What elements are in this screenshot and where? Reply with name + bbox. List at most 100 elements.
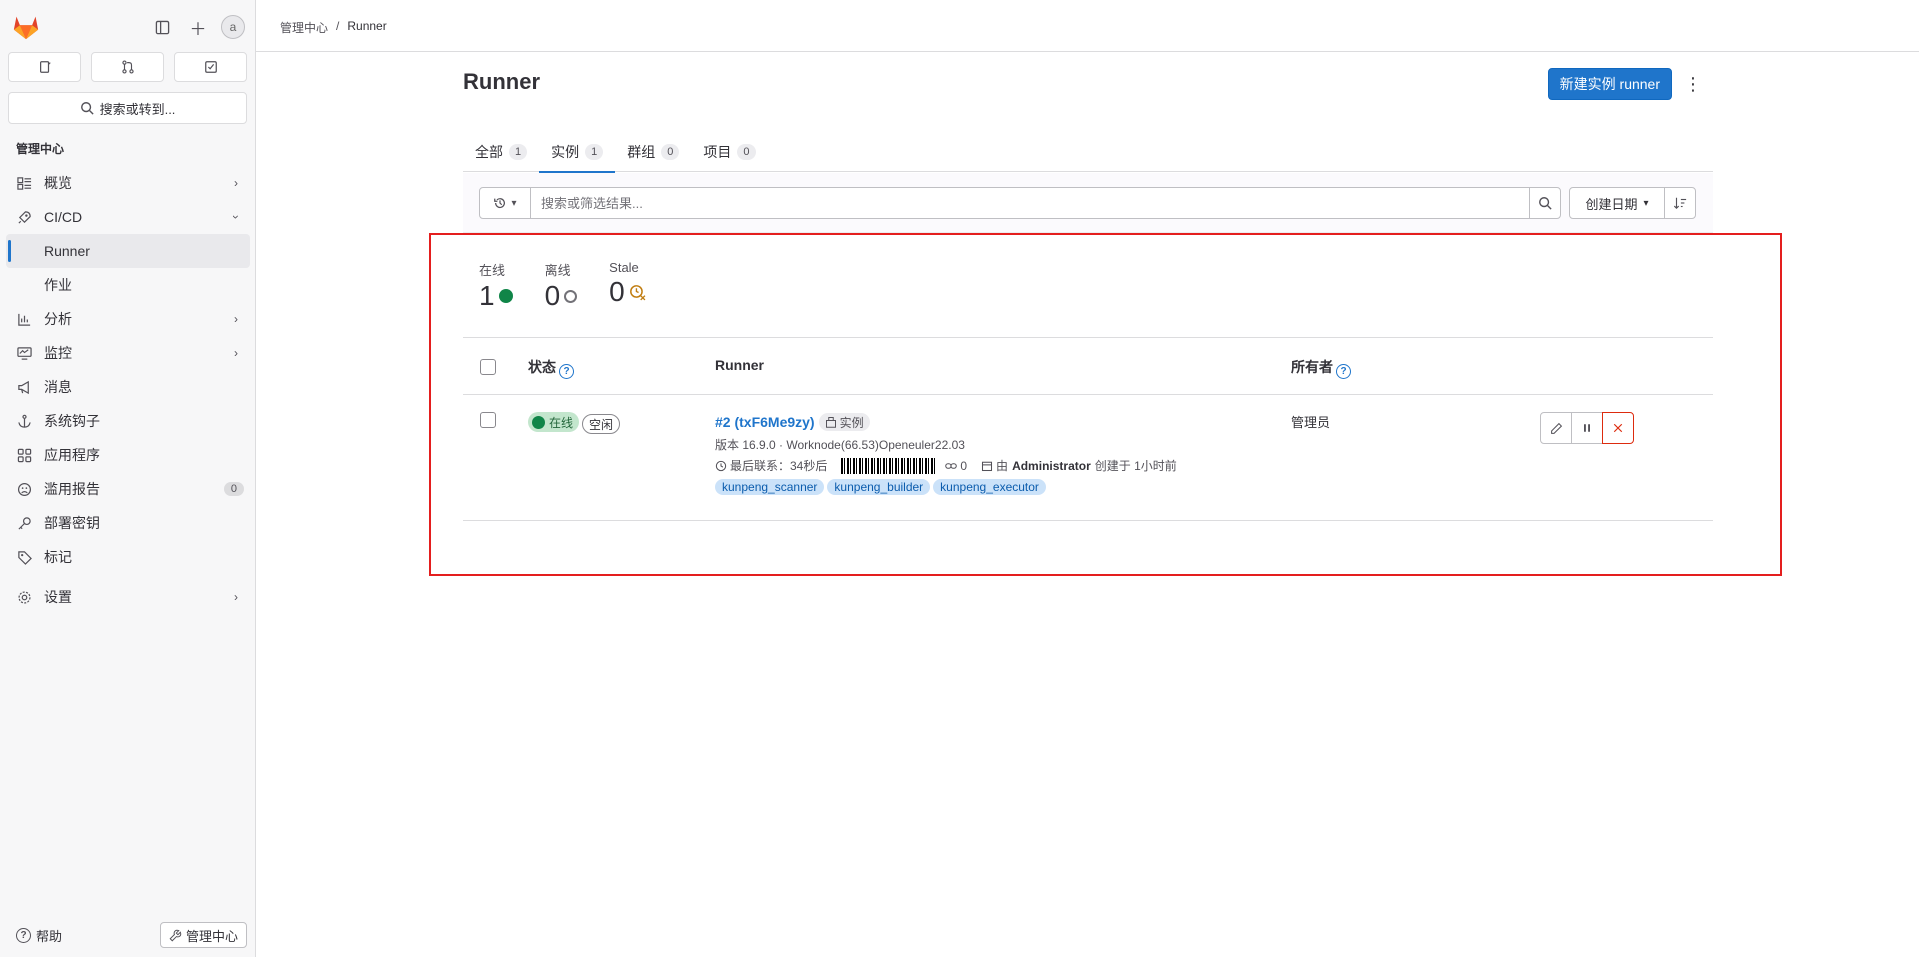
stat-value: 0 — [544, 280, 561, 311]
anchor-icon — [16, 413, 32, 429]
sort-direction-button[interactable] — [1664, 187, 1696, 219]
todos-button[interactable] — [174, 52, 247, 82]
plus-icon[interactable]: ＋ — [185, 14, 211, 40]
sidebar-item-settings[interactable]: 设置 › — [0, 580, 256, 614]
history-icon — [494, 198, 506, 209]
admin-area-button[interactable]: 管理中心 — [159, 922, 247, 948]
chevron-right-icon: › — [234, 312, 238, 326]
runner-tabs: 全部 1 实例 1 群组 0 项目 0 — [463, 132, 1713, 173]
sidebar-item-label: 滥用报告 — [44, 481, 100, 497]
sidebar-item-monitor[interactable]: 监控 › — [0, 336, 256, 370]
runner-owner[interactable]: 管理员 — [1291, 412, 1330, 431]
tab-project[interactable]: 项目 0 — [691, 132, 767, 172]
gitlab-logo-icon[interactable] — [12, 14, 40, 40]
chevron-down-icon: ▾ — [1643, 197, 1649, 209]
runner-name-link[interactable]: #2 (txF6Me9zy) — [715, 414, 815, 430]
tab-instance[interactable]: 实例 1 — [539, 132, 616, 173]
stat-label: 离线 — [544, 263, 571, 278]
edit-button[interactable] — [1540, 412, 1572, 444]
sidebar-item-label: 标记 — [44, 549, 72, 565]
delete-button[interactable] — [1602, 412, 1634, 444]
chevron-down-icon: › — [229, 215, 243, 219]
overview-icon — [16, 175, 32, 191]
avatar[interactable]: a — [221, 15, 245, 39]
sidebar-item-label: 设置 — [44, 589, 72, 605]
sidebar-search-label: 搜索或转到... — [99, 101, 176, 117]
todo-icon — [204, 61, 217, 73]
recent-searches-button[interactable]: ▾ — [479, 187, 531, 219]
breadcrumb-separator: / — [336, 19, 340, 33]
stat-value: 1 — [479, 280, 495, 311]
sidebar-item-label: 系统钩子 — [44, 413, 100, 429]
search-input[interactable] — [530, 187, 1530, 219]
pause-button[interactable] — [1571, 412, 1603, 444]
sidebar-item-label: 概览 — [44, 175, 72, 191]
redacted-ip-image — [841, 457, 938, 474]
sidebar-item-label: 分析 — [44, 311, 72, 327]
header-owner: 所有者? — [1291, 357, 1351, 379]
header-status: 状态? — [528, 357, 574, 379]
sidebar-item-deploy-keys[interactable]: 部署密钥 — [0, 506, 256, 540]
header-owner-label: 所有者 — [1291, 359, 1333, 375]
sidebar-item-labels[interactable]: 标记 — [0, 540, 256, 574]
applications-icon — [16, 447, 32, 463]
sidebar-item-cicd[interactable]: CI/CD › — [0, 200, 256, 234]
table-row: 在线 空闲 #2 (txF6Me9zy) 实例 版本 16.9.0 · Workn… — [463, 395, 1713, 521]
search-submit-button[interactable] — [1529, 187, 1561, 219]
megaphone-icon — [16, 379, 32, 395]
sidebar-item-analytics[interactable]: 分析 › — [0, 302, 256, 336]
table-header: 状态? Runner 所有者? — [463, 337, 1713, 395]
sidebar-item-system-hooks[interactable]: 系统钩子 — [0, 404, 256, 438]
online-status-icon — [498, 289, 513, 303]
tab-label: 实例 — [551, 144, 580, 160]
pause-icon — [1584, 424, 1590, 432]
sidebar-item-label: 监控 — [44, 345, 72, 361]
issues-button[interactable] — [8, 52, 81, 82]
sidebar-item-applications[interactable]: 应用程序 — [0, 438, 256, 472]
sidebar-item-runner[interactable]: Runner — [6, 234, 250, 268]
pipeline-icon — [945, 462, 958, 469]
sidebar-section-title: 管理中心 — [16, 142, 65, 156]
tab-all[interactable]: 全部 1 — [463, 132, 539, 172]
header-runner: Runner — [715, 357, 764, 373]
status-online-label: 在线 — [549, 415, 574, 430]
jobs-count: 0 — [960, 458, 968, 473]
search-icon — [80, 102, 94, 115]
runner-status: 在线 空闲 — [528, 412, 621, 434]
sidebar-item-overview[interactable]: 概览 › — [0, 166, 256, 200]
sidebar-item-messages[interactable]: 消息 — [0, 370, 256, 404]
stat-online: 在线 1 — [479, 260, 513, 313]
created-time: 创建于 1小时前 — [1094, 459, 1177, 473]
help-button[interactable]: ? 帮助 — [8, 926, 62, 945]
label-icon — [16, 549, 32, 565]
merge-requests-button[interactable] — [91, 52, 164, 82]
help-icon: ? — [16, 927, 31, 943]
offline-status-icon — [564, 289, 578, 303]
sort-direction-icon — [1673, 197, 1687, 210]
help-icon[interactable]: ? — [1336, 364, 1351, 379]
runner-tag: kunpeng_builder — [827, 479, 931, 495]
breadcrumb-root[interactable]: 管理中心 — [280, 19, 328, 36]
merge-request-icon — [121, 60, 134, 74]
tab-group[interactable]: 群组 0 — [615, 132, 691, 172]
chevron-right-icon: › — [234, 590, 238, 604]
created-by-user-link[interactable]: Administrator — [1012, 459, 1091, 473]
sidebar-toggle-icon[interactable] — [149, 14, 175, 40]
sidebar-item-jobs[interactable]: 作业 — [0, 268, 256, 302]
new-instance-runner-button[interactable]: 新建实例 runner — [1547, 68, 1672, 100]
stat-label: Stale — [609, 260, 639, 275]
admin-area-label: 管理中心 — [185, 928, 238, 944]
stat-stale: Stale 0 — [609, 260, 646, 313]
row-checkbox[interactable] — [480, 412, 496, 428]
sidebar-item-abuse-reports[interactable]: 滥用报告 0 — [0, 472, 256, 506]
select-all-checkbox[interactable] — [480, 359, 496, 375]
sidebar-search-button[interactable]: 搜索或转到... — [8, 92, 247, 124]
breadcrumb-current[interactable]: Runner — [347, 19, 386, 36]
status-badge-online: 在线 — [528, 412, 580, 432]
sort-dropdown[interactable]: 创建日期 ▾ — [1569, 187, 1665, 219]
more-actions-icon[interactable]: ⋮ — [1683, 70, 1703, 98]
runner-type-badge: 实例 — [818, 413, 870, 431]
help-icon[interactable]: ? — [559, 364, 574, 379]
page-title: Runner — [463, 69, 540, 94]
calendar-icon — [982, 461, 993, 471]
